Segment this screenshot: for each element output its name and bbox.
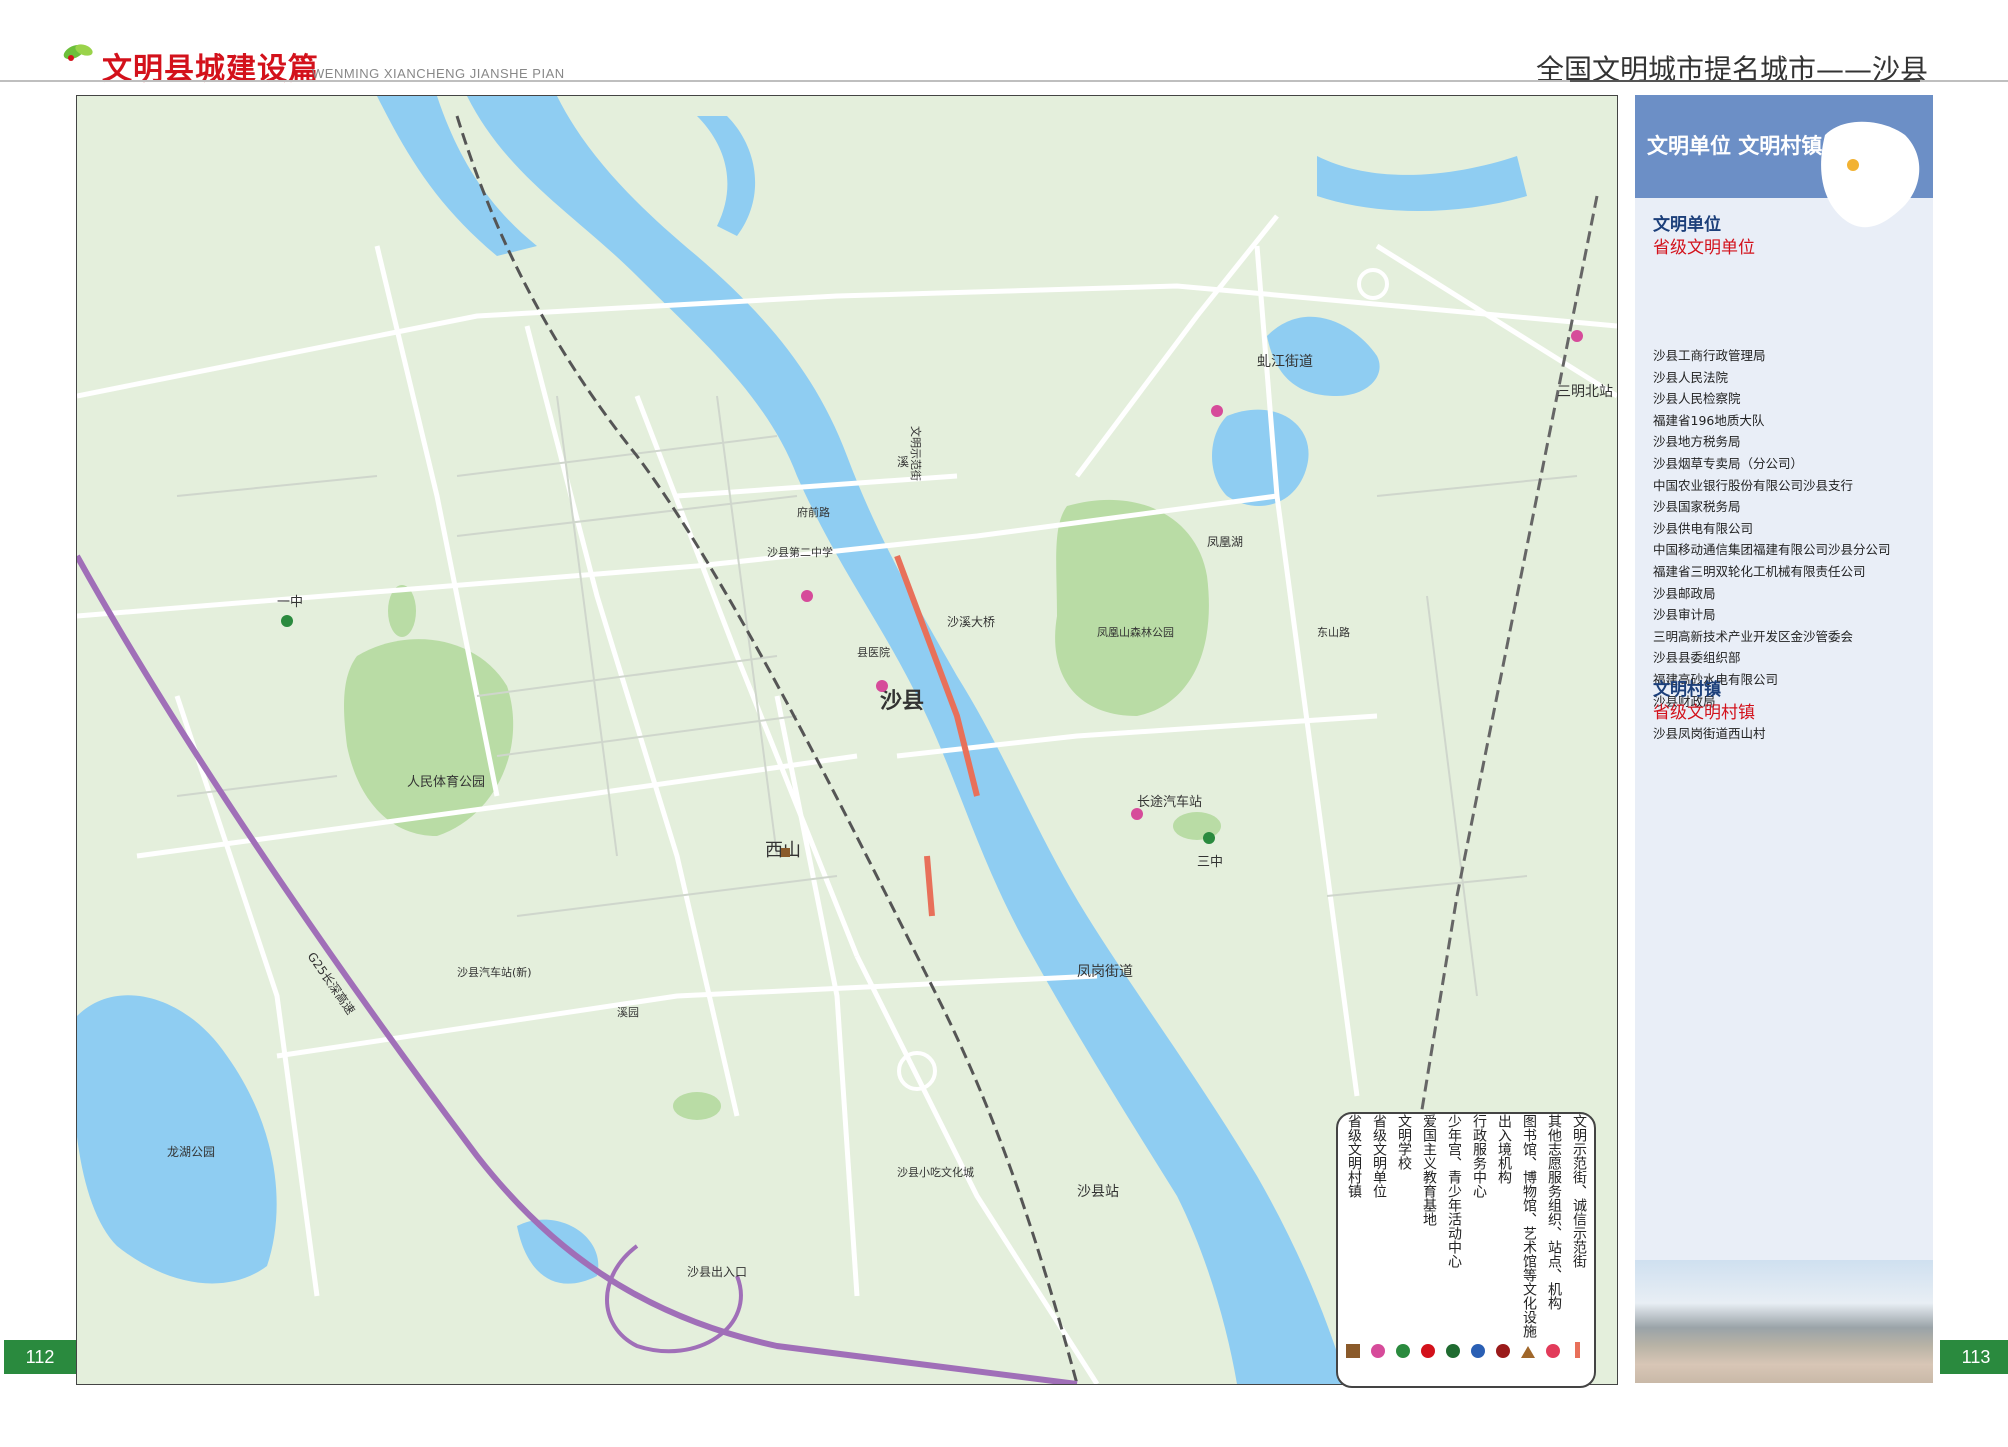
label-long-distance-station: 长途汽车站	[1137, 794, 1202, 810]
legend-label: 省级文明村镇	[1346, 1114, 1362, 1198]
list-item: 沙县邮政局	[1653, 585, 1716, 601]
label-sanming-north-station: 三明北站	[1557, 384, 1613, 400]
school-marker	[1203, 832, 1215, 844]
label-fuqian-road: 府前路	[797, 505, 830, 519]
list-item: 福建省三明双轮化工机械有限责任公司	[1653, 563, 1866, 579]
circle-green-icon	[1396, 1344, 1410, 1358]
list-item: 沙县人民法院	[1653, 369, 1729, 385]
label-xiyuan: 溪园	[617, 1006, 639, 1019]
list-item: 沙县人民检察院	[1653, 391, 1741, 407]
town-photo	[1635, 1260, 1933, 1383]
label-shaxian-station: 沙县站	[1077, 1184, 1119, 1200]
legend-label: 其他志愿服务组织、站点、机构	[1546, 1114, 1562, 1310]
legend-item-volunteer: 其他志愿服务组织、站点、机构	[1544, 1114, 1564, 1364]
heart-red-icon	[1546, 1344, 1560, 1358]
list-item: 中国移动通信集团福建有限公司沙县分公司	[1653, 542, 1891, 558]
units-list: 沙县工商行政管理局 沙县人民法院 沙县人民检察院 福建省196地质大队 沙县地方…	[1653, 345, 1928, 712]
list-item: 沙县县委组织部	[1653, 650, 1741, 666]
bar-orange-icon	[1575, 1342, 1580, 1358]
circle-magenta-icon	[1371, 1344, 1385, 1358]
legend-label: 少年宫、青少年活动中心	[1446, 1114, 1462, 1268]
units-subtitle: 省级文明单位	[1653, 238, 1755, 258]
unit-marker	[876, 680, 888, 692]
list-item: 沙县国家税务局	[1653, 499, 1741, 515]
sidebar-panel: 文明单位 文明村镇 文明单位 省级文明单位 沙县工商行政管理局 沙县人民法院 沙…	[1635, 95, 1933, 1383]
legend-item-admin-center: 行政服务中心	[1469, 1114, 1489, 1364]
square-brown-icon	[1346, 1344, 1360, 1358]
unit-marker	[801, 590, 813, 602]
unit-marker	[1131, 808, 1143, 820]
page-number-right: 113	[1940, 1340, 2008, 1374]
legend-item-village: 省级文明村镇	[1344, 1114, 1364, 1364]
legend-item-demo-street: 文明示范街、诚信示范街	[1569, 1114, 1589, 1364]
legend-label: 爱国主义教育基地	[1421, 1114, 1437, 1226]
sidebar-title: 文明单位 文明村镇	[1647, 134, 1823, 158]
label-fenggang-street: 凤岗街道	[1077, 964, 1133, 980]
triangle-brown-icon	[1521, 1346, 1535, 1358]
label-bridge: 沙溪大桥	[947, 615, 995, 629]
legend-label: 行政服务中心	[1471, 1114, 1487, 1198]
label-expressway-exit: 沙县出入口	[687, 1265, 747, 1279]
village-marker	[781, 848, 790, 857]
legend-label: 省级文明单位	[1371, 1114, 1387, 1198]
fujian-province-map-icon	[1821, 121, 1920, 228]
legend-item-unit: 省级文明单位	[1369, 1114, 1389, 1364]
page-title-pinyin: WENMING XIANCHENG JIANSHE PIAN	[312, 66, 565, 81]
circle-red-icon	[1421, 1344, 1435, 1358]
legend-label: 文明学校	[1396, 1114, 1412, 1170]
list-item: 沙县凤岗街道西山村	[1653, 726, 1766, 741]
label-dongshan-road: 东山路	[1317, 626, 1350, 639]
label-civilization-street: 文明示范街	[909, 426, 923, 481]
unit-marker	[1571, 330, 1583, 342]
villages-section-title: 文明村镇	[1653, 680, 1721, 700]
unit-marker	[1211, 405, 1223, 417]
list-item: 沙县烟草专卖局（分公司）	[1653, 455, 1804, 471]
label-phoenix-lake: 凤凰湖	[1207, 534, 1243, 549]
list-item: 沙县供电有限公司	[1653, 520, 1754, 536]
header-divider-accent	[1570, 80, 1920, 82]
villages-list: 沙县凤岗街道西山村	[1653, 723, 1928, 745]
legend-label: 出入境机构	[1496, 1114, 1512, 1184]
label-school: 沙县第二中学	[767, 545, 833, 559]
legend-item-immigration: 出入境机构	[1494, 1114, 1514, 1364]
legend-item-patriotic-base: 爱国主义教育基地	[1419, 1114, 1439, 1364]
label-qiujiang-street: 虬江街道	[1257, 354, 1313, 370]
label-bus-station: 沙县汽车站(新)	[457, 965, 532, 979]
page-number-left: 112	[4, 1340, 76, 1374]
circle-darkred-icon	[1496, 1344, 1510, 1358]
list-item: 沙县工商行政管理局	[1653, 348, 1766, 363]
label-river: 溪	[897, 455, 909, 469]
list-item: 沙县审计局	[1653, 607, 1716, 623]
legend-item-youth-center: 少年宫、青少年活动中心	[1444, 1114, 1464, 1364]
circle-darkgreen-icon	[1446, 1344, 1460, 1358]
label-county: 沙县	[880, 689, 924, 714]
label-forest-park: 凤凰山森林公园	[1097, 625, 1174, 639]
legend-item-culture: 图书馆、博物馆、艺术馆等文化设施	[1519, 1114, 1539, 1364]
units-section-title: 文明单位	[1653, 215, 1721, 235]
park-forest	[1055, 499, 1209, 716]
leaf-logo-icon	[62, 38, 96, 66]
school-marker	[281, 615, 293, 627]
list-item: 中国农业银行股份有限公司沙县支行	[1653, 477, 1854, 493]
list-item: 三明高新技术产业开发区金沙管委会	[1653, 628, 1854, 644]
label-park: 人民体育公园	[407, 774, 485, 790]
label-longhu-park: 龙湖公园	[167, 1144, 215, 1159]
legend-item-school: 文明学校	[1394, 1114, 1414, 1364]
sports-field-3	[673, 1092, 721, 1120]
legend-label: 图书馆、博物馆、艺术馆等文化设施	[1521, 1114, 1537, 1338]
label-no1-middle-school: 一中	[277, 595, 303, 610]
circle-blue-icon	[1471, 1344, 1485, 1358]
sidebar-header: 文明单位 文明村镇	[1635, 95, 1933, 228]
legend-label: 文明示范街、诚信示范街	[1571, 1114, 1587, 1268]
label-no3-middle-school: 三中	[1197, 855, 1223, 870]
list-item: 沙县地方税务局	[1653, 434, 1741, 450]
section-title: 全国文明城市提名城市——沙县	[1535, 53, 1928, 86]
map-legend: 省级文明村镇 省级文明单位 文明学校 爱国主义教育基地 少年宫、青少年活动中心 …	[1336, 1112, 1596, 1388]
list-item: 福建省196地质大队	[1653, 412, 1765, 428]
label-hospital: 县医院	[857, 645, 890, 659]
label-snack-culture-city: 沙县小吃文化城	[897, 1165, 974, 1179]
villages-subtitle: 省级文明村镇	[1653, 703, 1755, 723]
